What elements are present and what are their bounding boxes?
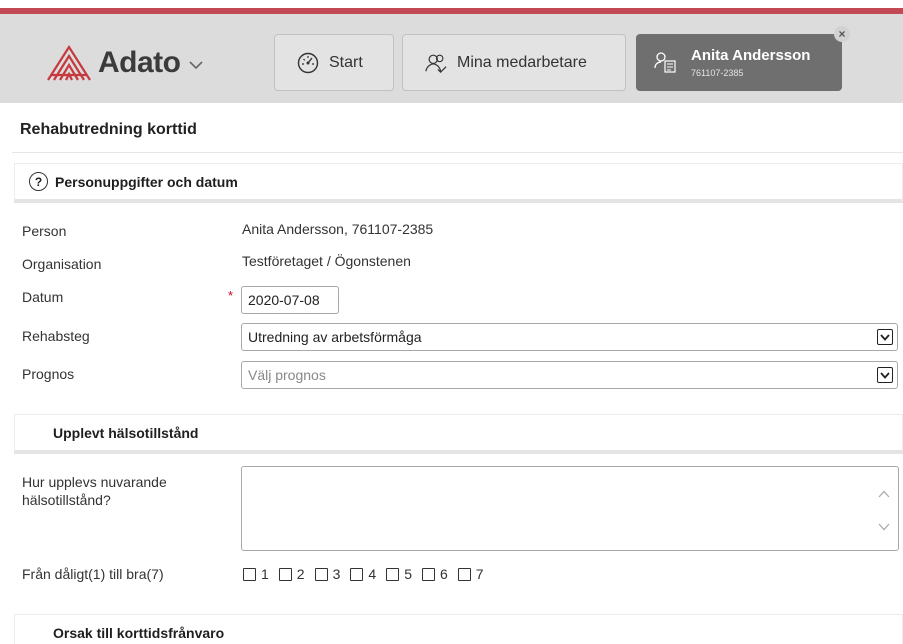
organisation-label: Organisation (22, 256, 102, 272)
chevron-down-icon (877, 329, 893, 345)
scale-option-label: 7 (475, 566, 484, 582)
scale-label: Från dåligt(1) till bra(7) (22, 566, 164, 582)
rehabsteg-label: Rehabsteg (22, 328, 90, 344)
gauge-icon (297, 52, 319, 74)
checkbox[interactable] (421, 567, 435, 581)
adato-logo-icon (46, 45, 92, 81)
scale-option[interactable]: 5 (386, 566, 412, 582)
close-tab-icon[interactable]: × (834, 26, 850, 42)
date-input[interactable] (241, 286, 339, 314)
section-absence-reason-header: Orsak till korttidsfrånvaro (14, 614, 903, 644)
checkbox[interactable] (457, 567, 471, 581)
scroll-down-icon[interactable] (878, 518, 890, 536)
prognos-select[interactable]: Välj prognos (241, 361, 898, 389)
scale-option[interactable]: 2 (278, 566, 305, 582)
person-tab-name: Anita Andersson (691, 47, 811, 64)
section-personal-info-title: Personuppgifter och datum (55, 173, 238, 190)
rehabsteg-select[interactable]: Utredning av arbetsförmåga (241, 323, 898, 351)
person-tab-id: 761107-2385 (691, 68, 744, 78)
checkbox[interactable] (350, 567, 364, 581)
scale-option[interactable]: 3 (314, 566, 341, 582)
checkbox[interactable] (278, 567, 292, 581)
health-textarea[interactable] (241, 466, 899, 551)
organisation-value: Testföretaget / Ögonstenen (242, 253, 411, 269)
person-value: Anita Andersson, 761107-2385 (242, 221, 434, 237)
checkbox[interactable] (243, 567, 256, 581)
person-tab[interactable]: Anita Andersson 761107-2385 (636, 34, 842, 91)
chevron-down-icon (877, 367, 893, 383)
person-file-icon (654, 51, 678, 78)
scale-option[interactable]: 4 (350, 566, 376, 582)
divider (12, 152, 903, 153)
scale-option-label: 5 (404, 566, 412, 582)
date-label: Datum (22, 289, 64, 305)
scale-option[interactable]: 6 (421, 566, 448, 582)
required-marker: * (228, 288, 234, 303)
people-icon (425, 52, 447, 74)
nav-start-button[interactable]: Start (274, 34, 394, 91)
section-health-title: Upplevt hälsotillstånd (53, 424, 199, 441)
scale-option-label: 1 (261, 566, 269, 582)
nav-team-button[interactable]: Mina medarbetare (402, 34, 626, 91)
scale-option-label: 4 (368, 566, 377, 582)
health-question-label: Hur upplevs nuvarande hälsotillstånd? (22, 474, 167, 508)
checkbox[interactable] (314, 567, 328, 581)
prognos-placeholder: Välj prognos (248, 367, 326, 383)
scroll-up-icon[interactable] (878, 485, 890, 503)
health-scale: 1 2 3 4 5 6 7 (243, 566, 494, 582)
section-health-header: Upplevt hälsotillstånd (14, 414, 903, 454)
nav-start-label: Start (329, 53, 363, 71)
scale-option-label: 6 (439, 566, 448, 582)
scale-option[interactable]: 7 (457, 566, 484, 582)
section-personal-info-header: ? Personuppgifter och datum (14, 163, 903, 203)
prognos-label: Prognos (22, 366, 75, 382)
brand-name: Adato (98, 46, 181, 79)
help-icon[interactable]: ? (29, 172, 48, 191)
page-title: Rehabutredning korttid (20, 121, 197, 138)
scale-option[interactable]: 1 (243, 566, 269, 582)
scale-option-label: 3 (332, 566, 341, 582)
brand-menu[interactable]: Adato (46, 38, 203, 88)
section-absence-reason-title: Orsak till korttidsfrånvaro (53, 624, 225, 641)
checkbox[interactable] (386, 567, 400, 581)
scale-option-label: 2 (296, 566, 305, 582)
person-label: Person (22, 223, 67, 239)
rehabsteg-selected-value: Utredning av arbetsförmåga (248, 329, 422, 345)
nav-team-label: Mina medarbetare (457, 53, 587, 71)
chevron-down-icon (188, 60, 203, 70)
